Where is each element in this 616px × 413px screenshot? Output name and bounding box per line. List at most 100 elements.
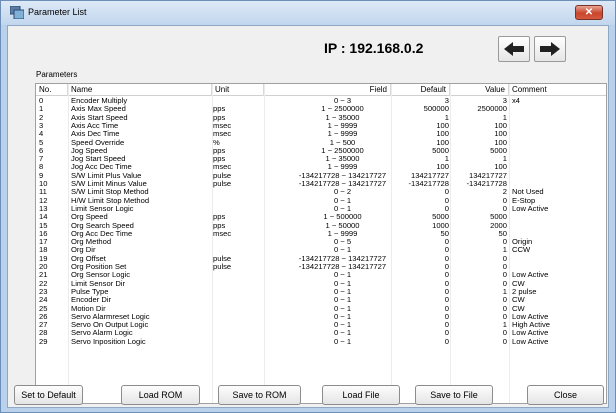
table-row[interactable]: 10 S/W Limit Minus Value pulse -134217728 ~…	[36, 180, 606, 188]
cell-default: 0	[444, 296, 449, 305]
cell-value[interactable]: 0	[451, 238, 507, 246]
table-row[interactable]: 9 S/W Limit Plus Value pulse -134217728 ~ 1…	[36, 172, 606, 180]
window-close-button[interactable]: ✕	[575, 5, 603, 20]
table-row[interactable]: 12 H/W Limit Stop Method 0 ~ 1 0 0 E-Stop	[36, 197, 606, 205]
load-file-button[interactable]: Load File	[322, 385, 400, 405]
cell-field: 0 ~ 1	[333, 304, 352, 313]
cell-field: 1 ~ 500	[329, 138, 356, 147]
close-button[interactable]: Close	[527, 385, 604, 405]
cell-comment: Low Active	[512, 312, 549, 321]
cell-name: Org Sensor Logic	[71, 271, 131, 280]
cell-value[interactable]: 3	[451, 97, 507, 105]
column-header-field[interactable]: Field	[264, 84, 391, 96]
column-header-name[interactable]: Name	[68, 84, 212, 96]
table-row[interactable]: 4 Axis Dec Time msec 1 ~ 9999 100 100	[36, 130, 606, 138]
cell-no: 21	[39, 271, 48, 280]
table-row[interactable]: 6 Jog Speed pps 1 ~ 2500000 5000 5000	[36, 147, 606, 155]
cell-value[interactable]: 1	[451, 114, 507, 122]
cell-value[interactable]: 100	[451, 130, 507, 138]
cell-value[interactable]: 0	[451, 205, 507, 213]
table-row[interactable]: 17 Org Method 0 ~ 5 0 0 Origin	[36, 238, 606, 246]
table-row[interactable]: 20 Org Position Set pulse -134217728 ~ 1342…	[36, 263, 606, 271]
save-to-rom-button[interactable]: Save to ROM	[218, 385, 301, 405]
cell-unit	[213, 313, 263, 321]
table-row[interactable]: 19 Org Offset pulse -134217728 ~ 134217727 0…	[36, 255, 606, 263]
cell-value[interactable]: 0	[451, 296, 507, 304]
table-row[interactable]: 14 Org Speed pps 1 ~ 500000 5000 5000	[36, 213, 606, 221]
cell-comment	[512, 180, 602, 188]
column-header-no[interactable]: No.	[36, 84, 68, 96]
cell-value[interactable]: 5000	[451, 213, 507, 221]
cell-comment: Low Active	[512, 204, 549, 213]
cell-value[interactable]: 100	[451, 163, 507, 171]
table-row[interactable]: 3 Axis Acc Time msec 1 ~ 9999 100 100	[36, 122, 606, 130]
cell-value[interactable]: 0	[451, 305, 507, 313]
cell-value[interactable]: 1	[451, 288, 507, 296]
table-row[interactable]: 27 Servo On Output Logic 0 ~ 1 0 1 High Activ…	[36, 321, 606, 329]
cell-field: 0 ~ 1	[333, 337, 352, 346]
table-row[interactable]: 29 Servo Inposition Logic 0 ~ 1 0 0 Low Activ…	[36, 338, 606, 346]
table-row[interactable]: 0 Encoder Multiply 0 ~ 3 3 3 x4	[36, 97, 606, 105]
save-to-file-button[interactable]: Save to File	[415, 385, 493, 405]
cell-value[interactable]: 2000	[451, 222, 507, 230]
cell-default: 100	[436, 130, 449, 139]
cell-value[interactable]: 50	[451, 230, 507, 238]
cell-value[interactable]: 0	[451, 313, 507, 321]
column-header-value[interactable]: Value	[450, 84, 509, 96]
table-row[interactable]: 16 Org Acc Dec Time msec 1 ~ 9999 50 50	[36, 230, 606, 238]
parameter-grid[interactable]: No. Name Unit Field Default Value Commen…	[36, 84, 606, 403]
table-row[interactable]: 13 Limit Sensor Logic 0 ~ 1 0 0 Low Active	[36, 205, 606, 213]
cell-value[interactable]: 100	[451, 139, 507, 147]
table-row[interactable]: 25 Motion Dir 0 ~ 1 0 0 CW	[36, 305, 606, 313]
cell-name: Servo Alarm Logic	[71, 329, 133, 338]
table-row[interactable]: 5 Speed Override% 1 ~ 500 100 100	[36, 139, 606, 147]
cell-value[interactable]: 100	[451, 122, 507, 130]
table-row[interactable]: 24 Encoder Dir 0 ~ 1 0 0 CW	[36, 296, 606, 304]
column-header-comment[interactable]: Comment	[509, 84, 606, 96]
cell-value[interactable]: 1	[451, 246, 507, 254]
column-header-default[interactable]: Default	[391, 84, 450, 96]
table-row[interactable]: 15 Org Search Speed pps 1 ~ 50000 1000 2000	[36, 222, 606, 230]
cell-comment	[512, 172, 602, 180]
cell-name: H/W Limit Stop Method	[71, 196, 150, 205]
table-row[interactable]: 7 Jog Start Speed pps 1 ~ 35000 1 1	[36, 155, 606, 163]
cell-default: 100	[436, 121, 449, 130]
table-row[interactable]: 11 S/W Limit Stop Method 0 ~ 2 0 2 Not Used	[36, 188, 606, 196]
cell-value[interactable]: 0	[451, 338, 507, 346]
table-row[interactable]: 2 Axis Start Speed pps 1 ~ 35000 1 1	[36, 114, 606, 122]
table-row[interactable]: 21 Org Sensor Logic 0 ~ 1 0 0 Low Active	[36, 271, 606, 279]
back-button[interactable]	[498, 36, 530, 62]
cell-value[interactable]: 2500000	[451, 105, 507, 113]
cell-value[interactable]: 0	[451, 263, 507, 271]
cell-value[interactable]: 0	[451, 280, 507, 288]
cell-default: 0	[444, 204, 449, 213]
table-row[interactable]: 28 Servo Alarm Logic 0 ~ 1 0 0 Low Active	[36, 329, 606, 337]
cell-value[interactable]: 134217727	[451, 172, 507, 180]
load-rom-button[interactable]: Load ROM	[121, 385, 200, 405]
cell-value[interactable]: 0	[451, 329, 507, 337]
table-row[interactable]: 22 Limit Sensor Dir 0 ~ 1 0 0 CW	[36, 280, 606, 288]
cell-value[interactable]: 0	[451, 271, 507, 279]
cell-value[interactable]: 0	[451, 255, 507, 263]
table-row[interactable]: 18 Org Dir 0 ~ 1 0 1 CCW	[36, 246, 606, 254]
cell-value[interactable]: 5000	[451, 147, 507, 155]
table-row[interactable]: 1 Axis Max Speed pps 1 ~ 2500000 500000 25000…	[36, 105, 606, 113]
title-bar[interactable]: Parameter List ✕	[1, 1, 615, 25]
column-divider	[68, 84, 69, 403]
cell-comment	[512, 155, 602, 163]
cell-unit: pulse	[213, 254, 232, 263]
set-to-default-button[interactable]: Set to Default	[14, 385, 83, 405]
cell-value[interactable]: 1	[451, 321, 507, 329]
cell-no: 14	[39, 213, 48, 222]
cell-unit	[213, 197, 263, 205]
cell-value[interactable]: 0	[451, 197, 507, 205]
column-header-unit[interactable]: Unit	[212, 84, 264, 96]
forward-button[interactable]	[534, 36, 566, 62]
cell-value[interactable]: -134217728	[451, 180, 507, 188]
table-row[interactable]: 26 Servo Alarmreset Logic 0 ~ 1 0 0 Low Activ…	[36, 313, 606, 321]
table-row[interactable]: 23 Pulse Type 0 ~ 1 01 2 pulse	[36, 288, 606, 296]
arrow-left-icon	[504, 42, 524, 56]
cell-value[interactable]: 2	[451, 188, 507, 196]
cell-value[interactable]: 1	[451, 155, 507, 163]
table-row[interactable]: 8 Jog Acc Dec Time msec 1 ~ 9999 100 100	[36, 163, 606, 171]
